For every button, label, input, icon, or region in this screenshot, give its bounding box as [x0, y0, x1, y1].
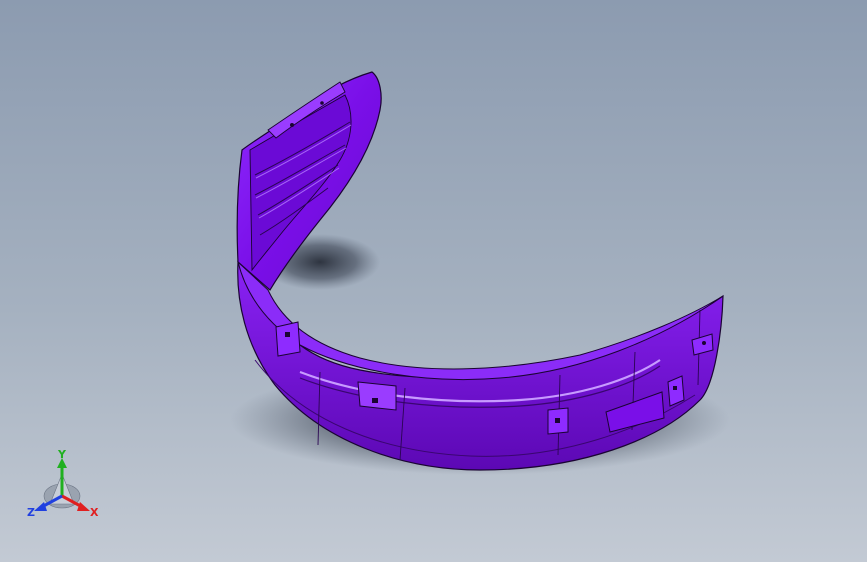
triad-z-label: Z: [27, 506, 35, 519]
coordinate-triad-icon: Y X Z: [27, 448, 99, 519]
mounting-tab-1[interactable]: [275, 321, 301, 357]
mounting-tab-2[interactable]: [357, 381, 397, 411]
triad-y-label: Y: [57, 448, 67, 461]
mounting-tab-3[interactable]: [547, 407, 569, 435]
graphics-viewport[interactable]: Y X Z: [0, 0, 867, 562]
mounting-tab-5[interactable]: [667, 375, 685, 407]
triad-x-label: X: [90, 506, 99, 519]
model-view[interactable]: [0, 0, 867, 562]
